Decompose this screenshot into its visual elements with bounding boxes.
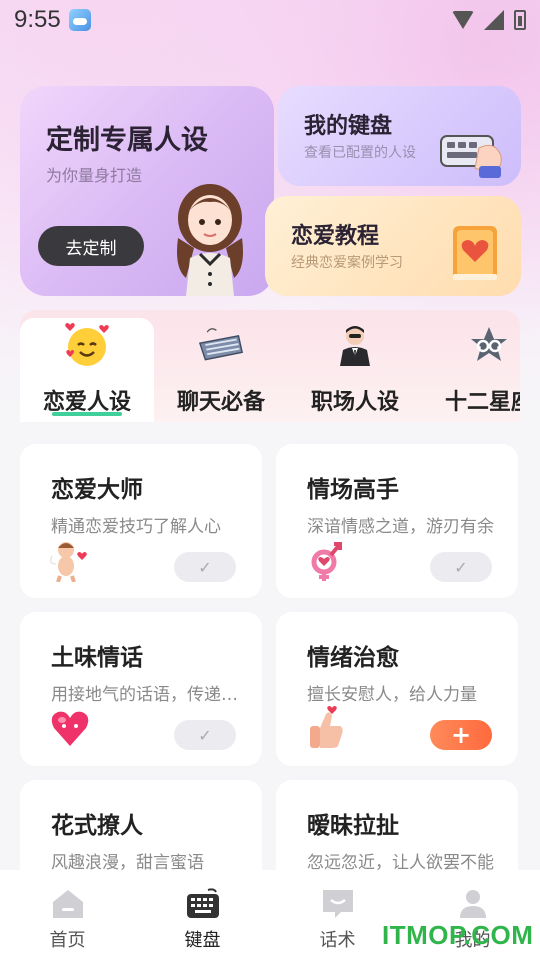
active-tab-indicator [52,412,122,416]
my-keyboard-title: 我的键盘 [304,114,393,139]
tab-love-persona[interactable]: 恋爱人设 [20,322,154,416]
add-persona-button[interactable]: + [430,720,492,750]
tab-zodiac[interactable]: 十二星座 [422,322,520,416]
selected-check-button[interactable]: ✓ [174,720,236,750]
love-tutorial-subtitle: 经典恋爱案例学习 [291,255,403,271]
persona-title: 暧昧拉扯 [307,813,399,839]
tab-label: 十二星座 [444,390,520,415]
persona-title: 土味情话 [51,645,143,671]
tab-workplace-persona[interactable]: 职场人设 [288,322,422,416]
keyboard-icon [186,888,219,918]
persona-title: 情绪治愈 [307,645,399,671]
weather-cloud-icon [68,9,91,31]
heart-icon [51,711,89,746]
battery-icon [514,10,526,30]
signal-icon [484,10,504,30]
tab-label: 聊天必备 [176,390,265,415]
hero-title: 定制专属人设 [46,125,208,156]
selected-check-button[interactable]: ✓ [430,552,492,582]
nav-label: 首页 [49,930,86,951]
watermark-text: ITMOP.COM [382,920,534,950]
home-icon [52,890,83,918]
persona-card[interactable]: 土味情话 用接地气的话语，传递爱意 ✓ [20,612,262,766]
persona-card[interactable]: 情场高手 深谙情感之道，游刃有余 ✓ [276,444,518,598]
my-keyboard-subtitle: 查看已配置的人设 [304,145,416,161]
status-time: 9:55 [14,6,61,33]
businessman-icon [332,322,378,368]
user-icon [459,890,486,918]
girl-avatar-illustration [177,184,243,296]
persona-title: 花式撩人 [51,813,143,839]
persona-description: 用接地气的话语，传递爱意 [51,685,247,705]
system-icons [452,10,526,30]
tab-label: 职场人设 [310,390,399,415]
keyboard-hand-icon [440,135,502,178]
persona-card[interactable]: 恋爱大师 精通恋爱技巧了解人心 ✓ [20,444,262,598]
persona-description: 精通恋爱技巧了解人心 [51,517,221,537]
category-tabs: 恋爱人设 聊天必备 职场人设 十二星 [20,310,520,422]
custom-persona-card[interactable]: 定制专属人设 为你量身打造 去定制 [20,86,274,296]
heart-book-icon [453,226,497,280]
thumbs-up-icon [310,706,343,748]
persona-title: 情场高手 [307,477,399,503]
persona-title: 恋爱大师 [51,477,143,503]
hero-subtitle: 为你量身打造 [46,166,143,185]
cupid-icon [50,542,87,582]
nav-label: 话术 [319,930,356,951]
gender-hearts-icon [311,542,342,581]
nav-label: 键盘 [184,930,221,951]
persona-description: 深谙情感之道，游刃有余 [307,517,494,537]
nav-keyboard[interactable]: 键盘 [135,870,270,960]
keyboard-icon [198,322,244,368]
nav-home[interactable]: 首页 [0,870,135,960]
status-bar: 9:55 [0,0,540,40]
smiling-face-with-hearts-icon [64,322,110,368]
tab-chat-essentials[interactable]: 聊天必备 [154,322,288,416]
selected-check-button[interactable]: ✓ [174,552,236,582]
love-tutorial-title: 恋爱教程 [291,224,380,249]
persona-description: 擅长安慰人，给人力量 [307,685,477,705]
love-tutorial-card[interactable]: 恋爱教程 经典恋爱案例学习 [265,196,521,296]
chat-icon [322,890,353,918]
customize-button[interactable]: 去定制 [38,226,144,266]
zodiac-icon [466,322,512,368]
wifi-icon [452,11,474,29]
persona-card[interactable]: 情绪治愈 擅长安慰人，给人力量 + [276,612,518,766]
my-keyboard-card[interactable]: 我的键盘 查看已配置的人设 [278,86,521,186]
